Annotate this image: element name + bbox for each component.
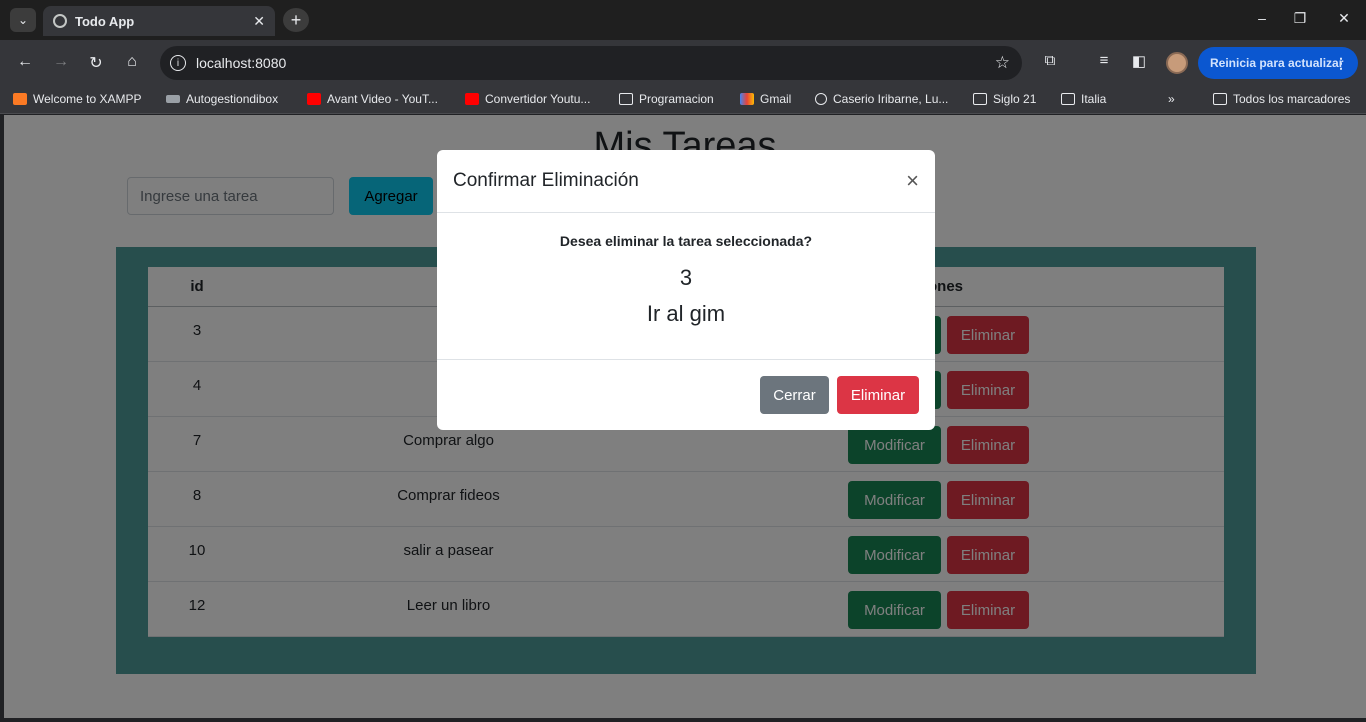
update-button-label: Reinicia para actualizar [1210,56,1344,70]
restore-icon[interactable]: ❐ [1290,10,1310,27]
url-text: localhost:8080 [196,55,287,71]
bookmark-label: Todos los marcadores [1233,92,1351,106]
browser-titlebar: ⌄ Todo App ✕ + – ❐ ✕ [0,0,1366,40]
xampp-icon [13,93,27,105]
modal-body: Desea eliminar la tarea seleccionada? 3 … [437,213,935,360]
site-info-icon[interactable]: i [170,55,186,71]
modal-header: Confirmar Eliminación × [437,150,935,213]
bookmark-label: Gmail [760,92,792,106]
modal-task-id: 3 [679,265,693,290]
folder-icon [1061,93,1075,105]
modal-question: Desea eliminar la tarea seleccionada? [559,233,813,249]
bookmark-item[interactable]: Italia [1061,92,1106,106]
tab-close-icon[interactable]: ✕ [253,13,265,30]
browser-tab[interactable]: Todo App ✕ [43,6,275,36]
address-bar[interactable]: i localhost:8080 ☆ [160,46,1022,80]
site-icon [166,95,180,103]
bookmark-label: Programacion [639,92,714,106]
plus-icon: + [290,9,302,30]
home-icon[interactable]: ⌂ [122,53,142,71]
window-close-icon[interactable]: ✕ [1334,10,1354,27]
window-bottom-edge [0,718,1366,722]
modal-title: Confirmar Eliminación [453,170,639,191]
bookmark-label: Autogestiondibox [186,92,279,106]
page-viewport: Mis Tareas Agregar id Desc ones 3 Ir a M… [4,115,1366,718]
cancel-button[interactable]: Cerrar [760,376,829,414]
bookmark-item[interactable]: Avant Video - YouT... [307,92,438,106]
youtube-icon [307,93,321,105]
folder-icon [1213,93,1227,105]
confirm-delete-modal: Confirmar Eliminación × Desea eliminar l… [437,150,935,430]
bookmark-item[interactable]: Caserio Iribarne, Lu... [815,92,948,106]
browser-toolbar: ← → ↻ ⌂ i localhost:8080 ☆ ⧉ ≡ ◧ [0,40,1366,86]
bookmark-label: Welcome to XAMPP [33,92,142,106]
bookmark-item[interactable]: Welcome to XAMPP [13,92,141,106]
menu-dots-icon: ⋮ [1334,54,1348,71]
bookmark-item[interactable]: Gmail [740,92,791,106]
side-panel-icon[interactable]: ◧ [1129,52,1149,70]
tab-search-button[interactable]: ⌄ [10,8,36,32]
bookmark-label: Avant Video - YouT... [327,92,438,106]
folder-icon [619,93,633,105]
bookmark-item[interactable]: Convertidor Youtu... [465,92,590,106]
globe-icon [53,14,67,28]
folder-icon [973,93,987,105]
bookmark-star-icon[interactable]: ☆ [995,53,1010,73]
profile-avatar[interactable] [1166,52,1188,74]
minimize-icon[interactable]: – [1252,10,1272,26]
bookmark-item[interactable]: Autogestiondibox [166,92,278,106]
extensions-icon[interactable]: ⧉ [1040,52,1060,69]
bookmark-label: Caserio Iribarne, Lu... [833,92,949,106]
chevron-down-icon: ⌄ [17,13,29,27]
bookmarks-overflow-button[interactable]: » [1168,92,1175,106]
bookmark-label: Convertidor Youtu... [485,92,591,106]
update-browser-button[interactable]: Reinicia para actualizar ⋮ [1198,47,1358,79]
bookmarks-bar: Welcome to XAMPP Autogestiondibox Avant … [0,86,1366,114]
confirm-delete-button[interactable]: Eliminar [837,376,919,414]
modal-task-description: Ir al gim [646,301,726,326]
bookmark-item[interactable]: Programacion [619,92,714,106]
back-arrow-icon[interactable]: ← [15,53,35,71]
bookmark-item[interactable]: Siglo 21 [973,92,1036,106]
new-tab-button[interactable]: + [283,8,309,32]
bookmark-label: Siglo 21 [993,92,1037,106]
globe-icon [815,93,827,105]
all-bookmarks-item[interactable]: Todos los marcadores [1213,92,1350,106]
bookmark-label: Italia [1081,92,1107,106]
forward-arrow-icon[interactable]: → [51,53,71,71]
reload-icon[interactable]: ↻ [86,53,106,73]
youtube-icon [465,93,479,105]
modal-footer: Cerrar Eliminar [437,360,935,430]
close-icon[interactable]: × [906,168,919,194]
tab-title: Todo App [75,13,135,29]
reading-list-icon[interactable]: ≡ [1094,52,1114,69]
gmail-icon [740,93,754,105]
